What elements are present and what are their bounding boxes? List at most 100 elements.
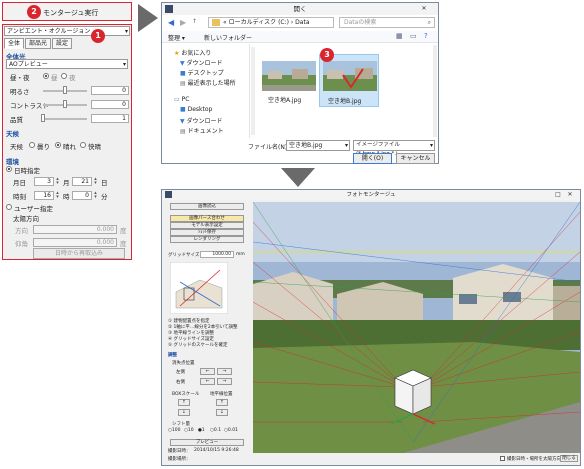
month-field[interactable]: 3 (34, 177, 54, 186)
hour-field[interactable]: 16 (34, 191, 54, 200)
tree-desktop[interactable]: ■ デスクトップ (180, 68, 224, 77)
tree-label: Desktop (187, 106, 213, 113)
day-field[interactable]: 21 (72, 177, 92, 186)
reflect-checkbox[interactable] (500, 456, 505, 461)
tab-settei[interactable]: 設定 (52, 38, 72, 49)
close-button[interactable]: 閉じる (560, 455, 578, 462)
grid-size-field[interactable]: 1000.00 (200, 251, 234, 258)
montage-execute-button[interactable]: 2 モンタージュ実行 (2, 2, 132, 21)
cancel-button[interactable]: キャンセル (396, 153, 435, 164)
forward-arrow-icon[interactable]: ▶ (180, 18, 186, 27)
left-move-right-button[interactable]: → (217, 368, 232, 375)
up-arrow-icon[interactable]: ↑ (192, 18, 197, 25)
open-button[interactable]: 開く(O) (353, 153, 392, 164)
tree-pc-downloads[interactable]: ▼ ダウンロード (180, 116, 223, 125)
photomontage-window: フォトモンタージュ □ ✕ 画像読込 画像パース合わせ モデル表示設定 ｼｮｯﾄ… (161, 189, 581, 466)
datetime-radio[interactable] (6, 166, 12, 172)
hour-spinner[interactable]: ▴ ▾ (54, 191, 61, 200)
day-radio[interactable] (43, 73, 49, 79)
box-scale-up-button[interactable]: ↑ (178, 399, 190, 406)
user-specified-radio[interactable] (6, 204, 12, 210)
horizon-up-button[interactable]: ↑ (216, 399, 228, 406)
download-icon: ▼ (180, 60, 185, 67)
contrast-field[interactable]: 0 (91, 100, 129, 109)
download-icon: ▼ (180, 118, 185, 125)
contrast-slider-thumb[interactable] (63, 100, 67, 108)
back-arrow-icon[interactable]: ◀ (168, 18, 174, 27)
box-scale-down-button[interactable]: ↓ (178, 409, 190, 416)
direction-field[interactable]: 0.000 (33, 225, 117, 234)
quality-label: 品質 (10, 116, 23, 124)
layout-icon[interactable]: ▭ (410, 32, 417, 40)
fine-radio[interactable] (80, 142, 86, 148)
day-unit: 日 (101, 179, 108, 187)
tree-favorites[interactable]: ★ お気に入り (174, 48, 211, 57)
horizon-down-button[interactable]: ↓ (216, 409, 228, 416)
brightness-slider-thumb[interactable] (63, 86, 67, 94)
files-scrollbar[interactable] (433, 45, 437, 137)
quality-field[interactable]: 1 (91, 114, 129, 123)
quality-slider-thumb[interactable] (41, 114, 45, 122)
tree-scrollbar[interactable] (251, 47, 255, 135)
photo-canvas[interactable] (253, 202, 580, 453)
minute-field[interactable]: 0 (72, 191, 92, 200)
app-icon (165, 191, 172, 198)
model-display-button[interactable]: モデル表示設定 (170, 222, 244, 229)
shot-place-label: 撮影場所： (168, 457, 191, 462)
tree-downloads[interactable]: ▼ ダウンロード (180, 58, 223, 67)
tree-pc[interactable]: ▭ PC (174, 96, 189, 103)
tree-recent[interactable]: ▤ 最近表示した場所 (180, 78, 236, 87)
left-move-left-button[interactable]: ← (200, 368, 215, 375)
load-image-button[interactable]: 画像読込 (170, 203, 244, 210)
file-thumbnail[interactable]: 空き地A.jpg (262, 61, 316, 105)
right-move-left-button[interactable]: ← (200, 378, 215, 385)
tree-pc-desktop[interactable]: ■ Desktop (180, 106, 212, 113)
new-folder-button[interactable]: 新しいフォルダー (204, 33, 252, 42)
view-icon[interactable]: ▦ (396, 32, 403, 40)
month-spinner[interactable]: ▴ ▾ (54, 177, 61, 186)
organize-menu[interactable]: 整理 ▾ (168, 33, 185, 42)
step-badge-2: 2 (27, 5, 41, 19)
perspective-match-button[interactable]: 画像パース合わせ (170, 215, 244, 222)
render-button[interactable]: レンダリング (170, 236, 244, 243)
preview-button[interactable]: プレビュー (170, 439, 244, 446)
shift-option-100[interactable]: ○100 (168, 428, 181, 433)
quality-slider[interactable] (43, 118, 87, 120)
maximize-icon[interactable]: □ (554, 191, 562, 198)
tree-pc-documents[interactable]: ▤ ドキュメント (180, 126, 224, 135)
minute-spinner[interactable]: ▴ ▾ (92, 191, 99, 200)
cloudy-radio[interactable] (29, 142, 35, 148)
filename-label: ファイル名(N): (248, 144, 290, 151)
shift-option-10[interactable]: ○10 (184, 428, 194, 433)
day-spinner[interactable]: ▴ ▾ (92, 177, 99, 186)
desktop-icon: ■ (180, 70, 186, 77)
elevation-unit: 度 (120, 240, 127, 248)
filename-input[interactable]: 空き地B.jpg ▾ (286, 140, 350, 151)
help-icon[interactable]: ? (424, 32, 428, 40)
shift-option-0.1[interactable]: ○0.1 (210, 428, 221, 433)
close-icon[interactable]: ✕ (566, 191, 574, 198)
brightness-field[interactable]: 0 (91, 86, 129, 95)
filetype-select[interactable]: イメージファイル(*.bmp,*.jpg,*.j ▾ (353, 140, 435, 157)
elevation-field[interactable]: 0.000 (33, 238, 117, 247)
shift-option-0.01[interactable]: ○0.01 (224, 428, 238, 433)
tab-zentai[interactable]: 全体 (4, 38, 24, 49)
night-radio[interactable] (61, 73, 67, 79)
sunny-radio[interactable] (55, 142, 61, 148)
close-icon[interactable]: ✕ (420, 5, 428, 12)
tab-buhinkou[interactable]: 部品光 (25, 38, 51, 49)
preview-combo[interactable]: AOプレビュー ▾ (6, 59, 128, 69)
montage-execute-label: モンタージュ実行 (43, 9, 99, 17)
right-move-right-button[interactable]: → (217, 378, 232, 385)
shift-option-1[interactable]: ●1 (198, 428, 205, 433)
photo-thumbnail-b (323, 61, 377, 91)
address-bar[interactable]: « ローカルディスク (C:) › Data (208, 17, 334, 28)
search-input[interactable]: Dataの検索 ⌕ (339, 17, 435, 28)
time-label: 時刻 (13, 193, 26, 201)
file-thumbnail-selected[interactable]: 空き地B.jpg (319, 54, 379, 107)
shot-save-button[interactable]: ｼｮｯﾄ保存 (170, 229, 244, 236)
shot-date-value: 2014/10/15 9:26:48 (194, 448, 239, 453)
recalc-from-datetime-button[interactable]: 日時から再取込み (33, 248, 125, 259)
step-5-text: ⑤ グリッドのスケールを確定 (168, 343, 228, 348)
mode-combo[interactable]: アンビエント・オクルージョン ▾ (4, 26, 130, 36)
